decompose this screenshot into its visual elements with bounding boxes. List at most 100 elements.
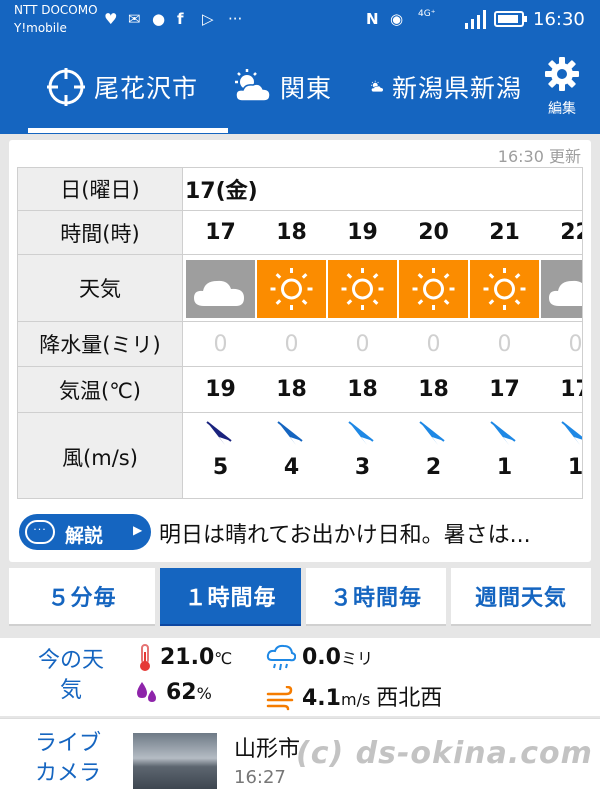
active-tab-indicator <box>28 128 228 133</box>
nfc-icon: N <box>366 10 379 28</box>
wind-row: 風(m/s) 5 4 3 2 1 1 <box>18 413 583 498</box>
row-label-temperature: 気温(℃) <box>18 367 183 412</box>
temp-cell: 19 <box>205 377 236 402</box>
wind-cell: 1 <box>540 413 583 498</box>
precip-value: 0.0 <box>302 645 341 670</box>
temp-cell: 18 <box>276 377 307 402</box>
wind-arrow-icon <box>277 421 303 445</box>
tab-weekly[interactable]: 週間天気 <box>451 568 591 626</box>
wind-speed: 1 <box>567 455 583 480</box>
current-wind: 4.1m/s 西北西 <box>266 680 442 712</box>
tab-hourly[interactable]: １時間毎 <box>160 568 301 626</box>
hour-row: 時間(時) 17 18 19 20 21 22 <box>18 211 582 255</box>
weather-row: 天気 <box>18 255 582 322</box>
tab-location-kanto[interactable]: 関東 <box>232 40 332 134</box>
status-bar: NTT DOCOMO Y!mobile ♥ ✉ ● f ▷ ··· N ◉ 4G… <box>0 0 600 40</box>
hour-cell: 17 <box>205 220 236 245</box>
humidity-value: 62 <box>166 680 197 705</box>
sun-cloud-icon <box>235 69 271 102</box>
play-icon: ▷ <box>202 10 214 28</box>
sunny-weather-cell <box>257 260 326 318</box>
cloudy-weather-cell <box>186 260 255 318</box>
wind-value: 4.1 <box>302 686 341 711</box>
current-weather[interactable]: 今の天気 21.0℃ 0.0ミリ 62% 4.1m/s 西北西 <box>0 638 600 716</box>
hour-cell: 18 <box>276 220 307 245</box>
commentary-button-label: 解説 <box>65 525 104 547</box>
temp-cell: 17 <box>560 377 582 402</box>
eye-icon: ◉ <box>390 10 404 28</box>
commentary-text[interactable]: 明日は晴れてお出かけ日和。暑さは... <box>159 517 579 549</box>
row-label-hour: 時間(時) <box>18 211 183 254</box>
rain-cloud-icon <box>266 644 296 671</box>
wind-speed: 2 <box>425 455 442 480</box>
location-tab-bar: 尾花沢市 関東 新潟県新潟 編集 <box>0 40 600 134</box>
tab-location-niigata[interactable]: 新潟県新潟 <box>370 40 522 134</box>
temp-value: 21.0 <box>160 645 215 670</box>
temp-cell: 18 <box>347 377 378 402</box>
wind-arrow-icon <box>348 421 374 445</box>
gear-icon <box>545 57 579 91</box>
triangle-right-icon: ▶ <box>133 523 143 537</box>
current-humidity: 62% <box>134 680 212 706</box>
tab-location-current[interactable]: 尾花沢市 <box>46 40 198 134</box>
temp-cell: 18 <box>418 377 449 402</box>
cloud-icon <box>194 280 244 306</box>
facebook-icon: f <box>177 10 184 28</box>
cloudy-weather-cell <box>541 260 582 318</box>
wind-speed: 3 <box>354 455 371 480</box>
location-crosshair-icon <box>47 68 85 106</box>
camera-time: 16:27 <box>234 767 286 788</box>
updated-time: 16:30 更新 <box>497 147 581 166</box>
row-label-day: 日(曜日) <box>18 168 183 210</box>
watermark: (c) ds-okina.com <box>296 736 593 771</box>
thermometer-icon <box>140 644 150 671</box>
settings-label: 編集 <box>548 101 576 117</box>
precip-unit: ミリ <box>340 649 373 668</box>
wind-speed: 5 <box>212 455 229 480</box>
tab-3hour[interactable]: ３時間毎 <box>306 568 446 626</box>
sun-icon <box>341 268 384 310</box>
heart-rate-icon: ♥ <box>104 10 118 28</box>
mail-icon: ✉ <box>128 10 141 28</box>
signal-icon <box>465 10 486 29</box>
current-precipitation: 0.0ミリ <box>266 644 373 672</box>
tab-label: 新潟県新潟 <box>391 74 522 103</box>
wind-cell: 2 <box>398 413 469 498</box>
camera-thumbnail[interactable] <box>133 733 217 789</box>
network-type: 4G⁺ <box>418 9 436 19</box>
rain-cell: 0 <box>426 331 441 357</box>
hour-cell: 21 <box>489 220 520 245</box>
commentary-button[interactable]: ··· 解説 ▶ <box>19 514 151 550</box>
cloud-icon <box>549 280 582 306</box>
clock: 16:30 <box>533 9 585 30</box>
wind-cell: 5 <box>185 413 256 498</box>
tab-label: 関東 <box>280 74 333 103</box>
rain-row: 降水量(ミリ) 0 0 0 0 0 0 <box>18 322 583 367</box>
humidity-unit: % <box>196 684 212 703</box>
wind-cell: 4 <box>256 413 327 498</box>
wind-arrow-icon <box>490 421 516 445</box>
sun-icon <box>483 268 526 310</box>
rain-cell: 0 <box>497 331 512 357</box>
wind-direction: 西北西 <box>376 686 443 711</box>
hour-cell: 20 <box>418 220 449 245</box>
hourly-forecast-table[interactable]: 日(曜日) 17(金) 時間(時) 17 18 19 20 21 22 天気 降… <box>17 167 583 499</box>
chat-bubble-icon: ··· <box>25 520 55 544</box>
day-value: 17(金) <box>185 179 258 204</box>
wind-unit: m/s <box>340 690 371 709</box>
tab-5min[interactable]: ５分毎 <box>9 568 155 626</box>
edit-settings-button[interactable]: 編集 <box>540 56 584 120</box>
day-row: 日(曜日) 17(金) <box>18 168 582 211</box>
rain-cell: 0 <box>284 331 299 357</box>
row-label-weather: 天気 <box>18 255 183 321</box>
sunny-weather-cell <box>328 260 397 318</box>
temp-cell: 17 <box>489 377 520 402</box>
chat-icon: ● <box>152 10 166 28</box>
wind-speed: 4 <box>283 455 300 480</box>
wind-arrow-icon <box>419 421 445 445</box>
temperature-row: 気温(℃) 19 18 18 18 17 17 <box>18 367 582 413</box>
rain-cell: 0 <box>568 331 583 357</box>
row-label-wind: 風(m/s) <box>18 413 183 498</box>
wind-cell: 3 <box>327 413 398 498</box>
wind-speed: 1 <box>496 455 513 480</box>
